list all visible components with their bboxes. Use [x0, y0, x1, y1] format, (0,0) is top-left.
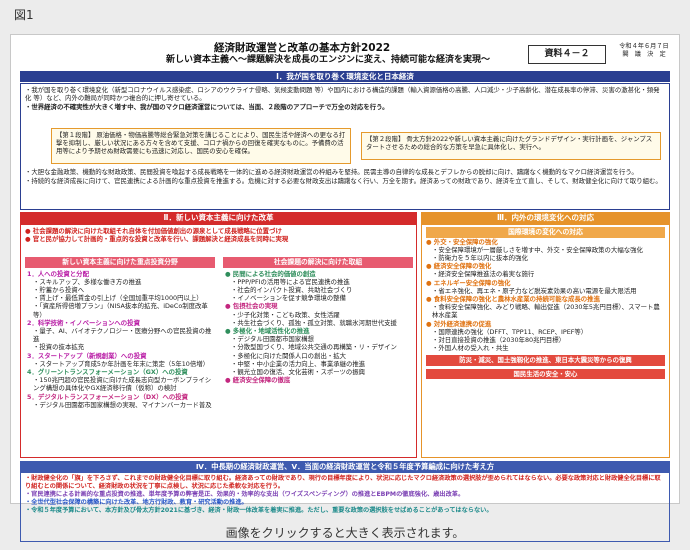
section2-header: Ⅱ．新しい資本主義に向けた改革: [20, 212, 417, 224]
section2-body: ● 社会課題の解決に向けた取組それ自体を付加価値創出の源泉として成長戦略に位置づ…: [20, 224, 417, 458]
item-heading: 1．人への投資と分配: [27, 269, 89, 278]
safety-band: 国民生活の安全・安心: [426, 368, 665, 379]
item-line: ・150兆円超の官民投資に向けた成長志向型カーボンプライシング構想の具体化やGX…: [33, 376, 212, 393]
item-heading: ● 外交・安全保障の強化: [426, 237, 498, 246]
section4-header: Ⅳ．中長期の経済財政運営、Ⅴ．当面の経済財政運営と令和５年度予算編成に向けた考え…: [20, 461, 670, 472]
item-line: ・安全保障環境が一層厳しさを増す中、外交・安全保障政策の大幅な強化: [432, 245, 643, 254]
section4-line: ・財政健全化の「旗」を下ろさず、これまでの財政健全化目標に取り組む。経済あっての…: [25, 475, 661, 491]
item-heading: ● 多極化・地域活性化の推進: [225, 327, 310, 335]
material-badge: 資料４－２: [528, 45, 606, 64]
section1-lower: ・大胆な金融政策、機動的な財政政策、民間投資を喚起する成長戦略を一体的に進める経…: [25, 168, 665, 186]
section2-lead2: ● 官と民が協力して計画的・重点的な投資と改革を行い、課題解決と経済成長を同時に…: [25, 235, 289, 244]
item-heading: 3．スタートアップ（新規創業）への投資: [27, 351, 147, 360]
item-heading: 2．科学技術・イノベーションへの投資: [27, 318, 140, 327]
section3-list: ● 外交・安全保障の強化 ・安全保障環境が一層厳しさを増す中、外交・安全保障政策の…: [426, 238, 665, 353]
item-line: ・量子、AI、バイオテクノロジー・医療分野への官民投資の推進: [33, 327, 212, 344]
section1-para1: ・我が国を取り巻く環境変化（新型コロナウイルス感染症、ロシアのウクライナ侵略、気…: [25, 86, 660, 103]
document-header: 経済財政運営と改革の基本方針2022 新しい資本主義へ～課題解決を成長のエンジン…: [14, 40, 676, 68]
item-line: ・観光立国の復活、文化芸術・スポーツの振興: [231, 367, 366, 376]
document-title: 経済財政運営と改革の基本方針2022: [214, 42, 391, 54]
item-heading: 4．グリーントランスフォーメーション（GX）への投資: [27, 367, 188, 376]
item-line: ・PPP/PFIの活用等による官民連携の推進: [231, 277, 350, 286]
stage1-text: 【第１段階】 原油価格・物価高騰等総合緊急対策を講じることにより、国民生活や経済…: [56, 131, 346, 156]
item-heading: ● 食料安全保障の強化と農林水産業の持続可能な成長の推進: [426, 295, 600, 303]
section2-lead1: ● 社会課題の解決に向けた取組それ自体を付加価値創出の源泉として成長戦略に位置づ…: [25, 227, 282, 235]
section1-header: Ⅰ．我が国を取り巻く環境変化と日本経済: [20, 71, 670, 82]
section4-line: ・官民連携による計画的な重点投資の推進、単年度予算の弊害是正、効果的・効率的な支…: [25, 491, 465, 499]
social-list: ● 民間による社会的価値の創造 ・PPP/PFIの活用等による官民連携の推進 ・社会…: [223, 268, 413, 387]
investment-column: 新しい資本主義に向けた重点投資分野 1．人への投資と分配 ・スキルアップ、多様な働…: [25, 257, 215, 411]
item-line: ・スタートアップ育成5か年計画を年末に策定（5年10倍増）: [33, 359, 210, 368]
section4-line: ・令和５年度予算において、本方針及び骨太方針2021に基づき、経済・財政一体改革…: [25, 507, 493, 515]
item-line: ・経済安全保障推進法の着実な施行: [432, 270, 535, 279]
stage2-box: 【第２段階】 骨太方針2022や新しい資本主義に向けたグランドデザイン・実行計画…: [361, 132, 661, 160]
item-line: ・国際連携の強化（DFFT、TPP11、RCEP、IPEF等）: [432, 327, 588, 336]
caption: 画像をクリックすると大きく表示されます。: [225, 526, 465, 540]
item-line: ・対日直接投資の推進（2030年80兆円目標）: [432, 335, 566, 344]
document-subtitle: 新しい資本主義へ～課題解決を成長のエンジンに変え、持続可能な経済を実現～: [166, 55, 491, 65]
item-line: ・多極化に向けた関係人口の創出・拡大: [231, 351, 347, 360]
item-line: ・食料安全保障強化、みどり戦略、輸出促進（2030年5兆円目標）、スマート農林水…: [432, 303, 660, 320]
section3-header: Ⅲ．内外の環境変化への対応: [421, 212, 670, 224]
section1-para4: ・持続的な経済成長に向けて、官民連携による計画的な重点投資を推進する。危機に対す…: [25, 177, 662, 186]
stage2-text: 【第２段階】 骨太方針2022や新しい資本主義に向けたグランドデザイン・実行計画…: [366, 135, 653, 152]
item-line: ・スキルアップ、多様な働き方の推進: [33, 277, 142, 286]
item-heading: ● エネルギー安全保障の強化: [426, 278, 511, 287]
item-heading: 5．デジタルトランスフォーメーション（DX）への投資: [27, 392, 189, 401]
item-line: ・省エネ強化、再エネ・原子力など脱炭素効果の高い電源を最大限活用: [432, 286, 637, 295]
item-line: ・共生社会づくり、孤独・孤立対策、就職氷河期世代支援: [231, 318, 397, 327]
section1-para3: ・大胆な金融政策、機動的な財政政策、民間投資を喚起する成長戦略を一体的に進める経…: [25, 168, 638, 176]
item-heading: ● 民間による社会的価値の創造: [225, 269, 316, 278]
item-line: ・投資の抜本拡充: [33, 343, 85, 352]
investment-column-header: 新しい資本主義に向けた重点投資分野: [25, 257, 215, 268]
policy-document: 経済財政運営と改革の基本方針2022 新しい資本主義へ～課題解決を成長のエンジン…: [14, 40, 676, 542]
item-line: ・分散型国づくり、地域公共交通の再構築・リ・デザイン: [231, 343, 397, 352]
item-line: ・少子化対策・こども政策、女性活躍: [231, 310, 340, 319]
item-line: ・外国人材の受入れ・共生: [432, 344, 509, 353]
item-heading: ● 経済安全保障の徹底: [225, 376, 291, 385]
item-heading: ● 包摂社会の実現: [225, 302, 278, 311]
figure-label: 図1: [14, 8, 34, 22]
cabinet-date: 令和４年６月７日 閣 議 決 定: [612, 43, 676, 60]
stage1-box: 【第１段階】 原油価格・物価高騰等総合緊急対策を講じることにより、国民生活や経済…: [51, 128, 351, 164]
item-line: ・「資産所得倍増プラン」（NISA抜本的拡充、iDeCo制度改革等）: [33, 302, 208, 319]
section3-subheader: 国際環境の変化への対応: [426, 227, 665, 238]
section1-para2: ・世界経済の不確実性が大きく増す中、我が国のマクロ経済運営については、当面、２段…: [25, 103, 389, 112]
item-line: ・デジタル田園都市国家構想の実現、マイナンバーカード普及: [33, 400, 212, 409]
social-column: 社会課題の解決に向けた取組 ● 民間による社会的価値の創造 ・PPP/PFIの活用…: [223, 257, 413, 386]
investment-list: 1．人への投資と分配 ・スキルアップ、多様な働き方の推進 ・貯蓄から投資へ ・賃上げ・…: [25, 268, 215, 411]
decision-text: 閣 議 決 定: [622, 51, 666, 59]
disaster-band: 防災・減災、国土強靱化の推進、東日本大震災等からの復興: [426, 355, 665, 366]
item-line: ・中堅・中小企業の活力向上、事業承継の推進: [231, 359, 366, 368]
section3-body: 国際環境の変化への対応 ● 外交・安全保障の強化 ・安全保障環境が一層厳しさを増す…: [421, 224, 670, 458]
section1-body: ・我が国を取り巻く環境変化（新型コロナウイルス感染症、ロシアのウクライナ侵略、気…: [20, 83, 670, 210]
social-column-header: 社会課題の解決に向けた取組: [223, 257, 413, 268]
item-heading: ● 対外経済連携の促進: [426, 319, 492, 328]
